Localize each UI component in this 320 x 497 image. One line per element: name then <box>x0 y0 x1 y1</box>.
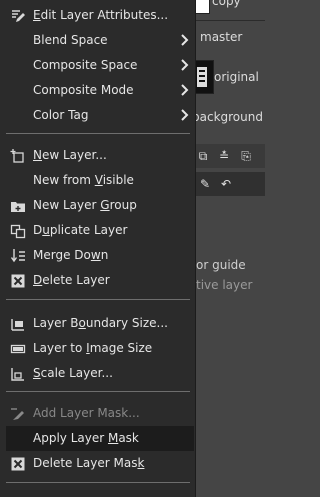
menu-item-layer-to-image-size[interactable]: Layer to Image Size <box>6 336 194 361</box>
menu-separator <box>6 482 190 483</box>
menu-item-edit-layer-attributes[interactable]: Edit Layer Attributes... <box>6 3 194 28</box>
merge-down-icon <box>10 248 26 264</box>
edit-attributes-icon <box>10 8 26 24</box>
layers-toolbar: ⧉ ≛ ⎘ <box>190 144 265 168</box>
menu-item-scale-layer[interactable]: Scale Layer... <box>6 361 194 386</box>
delete-icon <box>10 456 26 472</box>
brush-icon[interactable]: ✎ <box>197 176 213 192</box>
menu-item-label: Scale Layer... <box>33 366 113 380</box>
menu-item-blend-space[interactable]: Blend Space <box>6 28 194 53</box>
boundary-size-icon <box>10 316 26 332</box>
menu-item-label: Apply Layer Mask <box>33 431 139 445</box>
submenu-arrow-icon <box>180 83 190 97</box>
menu-item-delete-layer[interactable]: Delete Layer <box>6 268 194 293</box>
layer-group-icon <box>10 198 26 214</box>
menu-item-label: Delete Layer Mask <box>33 456 145 470</box>
menu-item-label: Composite Mode <box>33 83 134 97</box>
duplicate-icon[interactable]: ⎘ <box>238 148 254 164</box>
menu-item-label: Blend Space <box>33 33 108 47</box>
hint-text-layer: tive layer <box>196 278 253 292</box>
undo-icon[interactable]: ↶ <box>218 176 234 192</box>
menu-separator <box>6 299 190 300</box>
menu-item-duplicate-layer[interactable]: Duplicate Layer <box>6 218 194 243</box>
layer-name-background[interactable]: background <box>192 110 263 124</box>
scale-layer-icon <box>10 366 26 382</box>
layer-name-copy: copy <box>212 0 241 8</box>
new-layer-icon <box>10 148 26 164</box>
menu-item-label: New from Visible <box>33 173 134 187</box>
menu-item-label: Duplicate Layer <box>33 223 128 237</box>
menu-item-new-layer-group[interactable]: New Layer Group <box>6 193 194 218</box>
menu-item-layer-boundary-size[interactable]: Layer Boundary Size... <box>6 311 194 336</box>
menu-separator <box>6 391 190 392</box>
menu-item-label: Composite Space <box>33 58 138 72</box>
menu-separator <box>6 133 190 134</box>
menu-item-apply-layer-mask[interactable]: Apply Layer Mask <box>6 426 194 451</box>
delete-icon <box>10 273 26 289</box>
menu-item-color-tag[interactable]: Color Tag <box>6 103 194 128</box>
submenu-arrow-icon <box>180 58 190 72</box>
menu-item-label: Layer to Image Size <box>33 341 153 355</box>
add-mask-icon <box>10 406 26 422</box>
menu-item-label: Merge Down <box>33 248 109 262</box>
tool-options-toolbar: ✎ ↶ <box>190 172 265 196</box>
merge-icon[interactable]: ≛ <box>216 148 232 164</box>
layer-context-menu: Edit Layer Attributes... Blend Space Com… <box>0 0 196 497</box>
menu-item-merge-down[interactable]: Merge Down <box>6 243 194 268</box>
duplicate-layer-icon <box>10 223 26 239</box>
menu-item-delete-layer-mask[interactable]: Delete Layer Mask <box>6 451 194 476</box>
new-layer-icon[interactable]: ⧉ <box>195 148 211 164</box>
menu-item-label: Edit Layer Attributes... <box>33 8 169 22</box>
menu-item-label: New Layer... <box>33 148 107 162</box>
divider <box>190 20 265 21</box>
menu-item-label: Layer Boundary Size... <box>33 316 168 330</box>
menu-item-new-layer[interactable]: New Layer... <box>6 143 194 168</box>
menu-item-new-from-visible[interactable]: New from Visible <box>6 168 194 193</box>
menu-item-label: Add Layer Mask... <box>33 406 140 420</box>
menu-item-label: Color Tag <box>33 108 89 122</box>
menu-item-add-layer-mask[interactable]: Add Layer Mask... <box>6 401 194 426</box>
layer-name-master[interactable]: master <box>200 30 242 44</box>
menu-item-label: Delete Layer <box>33 273 110 287</box>
submenu-arrow-icon <box>180 33 190 47</box>
layer-name-original[interactable]: original <box>214 70 259 84</box>
menu-item-label: New Layer Group <box>33 198 137 212</box>
hint-text-guide: or guide <box>196 258 246 272</box>
menu-item-composite-space[interactable]: Composite Space <box>6 53 194 78</box>
submenu-arrow-icon <box>180 108 190 122</box>
layer-to-image-icon <box>10 341 26 357</box>
menu-item-composite-mode[interactable]: Composite Mode <box>6 78 194 103</box>
